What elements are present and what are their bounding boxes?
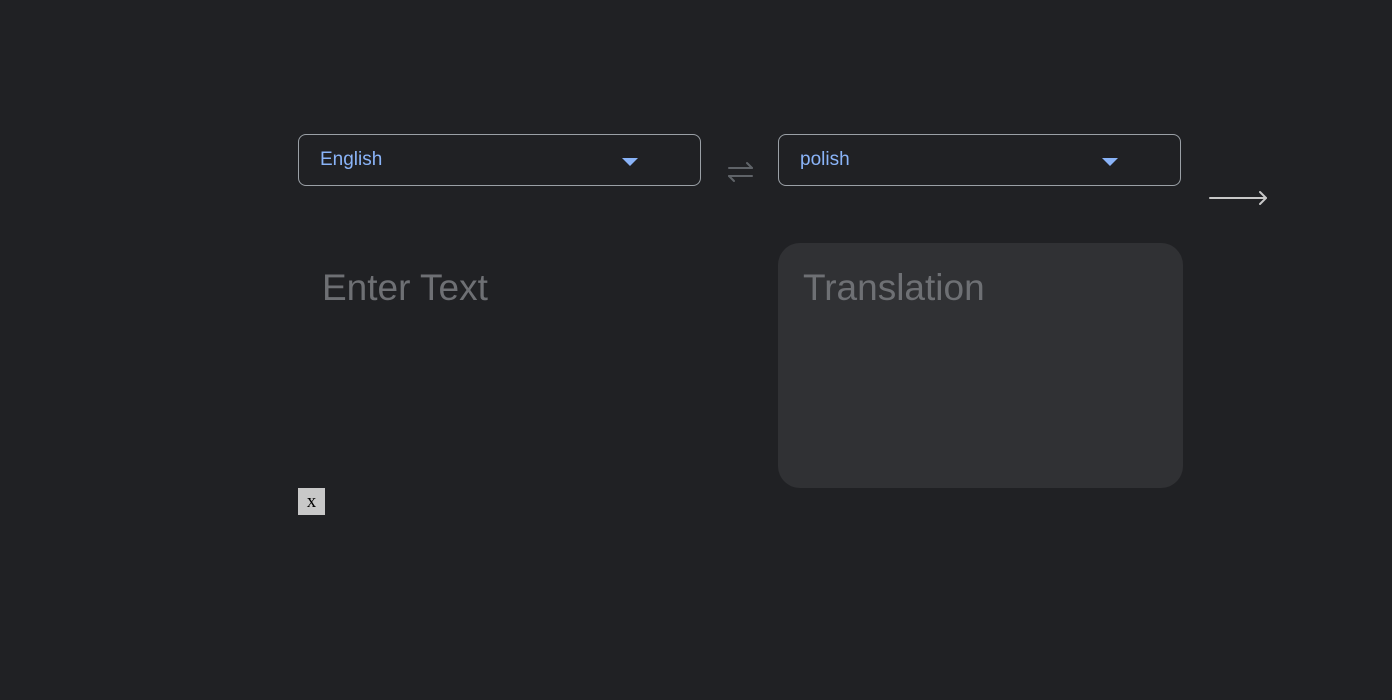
caret-down-icon xyxy=(1102,158,1118,166)
source-text-input[interactable] xyxy=(298,243,703,488)
source-language-label: English xyxy=(320,149,383,170)
translate-button[interactable] xyxy=(1206,186,1272,212)
right-arrow-icon xyxy=(1209,191,1267,205)
target-language-select[interactable]: polish xyxy=(778,134,1181,186)
swap-arrows-icon xyxy=(728,162,753,182)
target-language-label: polish xyxy=(800,149,850,170)
translation-output: Translation xyxy=(778,243,1183,488)
clear-button[interactable]: x xyxy=(298,488,325,515)
translation-placeholder: Translation xyxy=(803,267,985,308)
translator-page: English polish Translation x xyxy=(0,0,1392,700)
swap-languages-button[interactable] xyxy=(724,158,758,186)
source-language-select[interactable]: English xyxy=(298,134,701,186)
caret-down-icon xyxy=(622,158,638,166)
